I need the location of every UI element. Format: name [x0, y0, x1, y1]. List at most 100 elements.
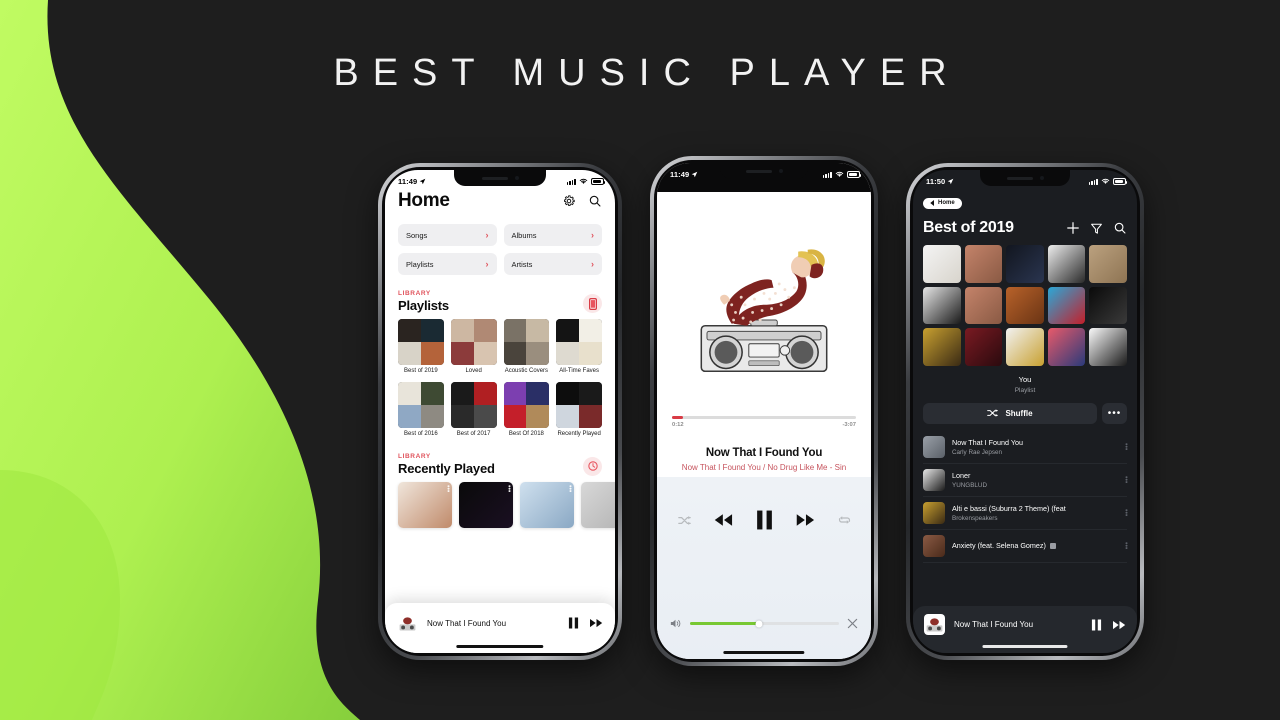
volume-control[interactable]	[670, 618, 858, 629]
track-artwork	[923, 435, 945, 458]
album-art-cell[interactable]	[923, 328, 961, 366]
phone3-screen: 11:50 Home Best of 2019 You Playlist Shu…	[913, 170, 1137, 653]
album-art-cell[interactable]	[1089, 328, 1127, 366]
progress-bar[interactable]: 0:12 -3:07	[672, 416, 856, 428]
playlist-item[interactable]: All-Time Faves	[556, 319, 602, 375]
album-art-cell[interactable]	[964, 328, 1003, 366]
playlist-cover	[503, 319, 550, 365]
playlists-badge[interactable]	[583, 294, 602, 313]
album-art-cell[interactable]	[1089, 245, 1127, 283]
album-art-cell[interactable]	[923, 286, 961, 325]
track-artist: Brokenspeakers	[952, 514, 998, 522]
phone-badge-icon	[588, 297, 597, 310]
next-track-icon[interactable]	[1113, 620, 1126, 630]
pause-icon[interactable]	[568, 617, 579, 629]
recently-played-card[interactable]: •••	[520, 481, 574, 528]
signal-icon	[822, 171, 832, 178]
album-art-cell[interactable]	[923, 245, 961, 283]
shuffle-icon[interactable]	[677, 515, 691, 526]
close-icon[interactable]	[847, 618, 858, 629]
category-albums[interactable]: Albums ›	[503, 224, 602, 246]
track-row[interactable]: Now That I Found You Carly Rae Jepsen •••	[923, 431, 1129, 464]
track-artist: YUNGBLUD	[952, 481, 987, 489]
search-icon[interactable]	[588, 194, 602, 208]
now-playing-meta: Now That I Found You Now That I Found Yo…	[663, 447, 865, 472]
phone2-screen: 11:49 0:12 -3:07 Now That I Found You No…	[657, 163, 871, 659]
volume-fill	[690, 622, 759, 625]
playback-panel	[657, 477, 871, 659]
volume-slider[interactable]	[690, 620, 839, 627]
progress-track[interactable]	[672, 416, 856, 419]
playlist-item[interactable]: Loved	[450, 319, 497, 375]
home-title: Home	[398, 190, 450, 211]
category-grid: Songs › Albums › Playlists › Artists ›	[398, 224, 602, 275]
album-art-cell[interactable]	[964, 286, 1003, 325]
wifi-icon	[1101, 178, 1110, 184]
track-artist: Carly Rae Jepsen	[952, 448, 1003, 456]
back-arrow-icon	[930, 200, 934, 206]
chevron-right-icon: ›	[591, 258, 594, 269]
back-to-home-button[interactable]: Home	[923, 197, 962, 209]
signal-icon	[566, 178, 576, 185]
album-art-cell[interactable]	[1006, 245, 1044, 283]
more-options-button[interactable]: •••	[1102, 402, 1127, 424]
track-more-icon[interactable]: •••	[1122, 476, 1129, 483]
album-art-cell[interactable]	[1006, 328, 1044, 366]
next-track-icon[interactable]	[590, 618, 603, 628]
phone-home-screen: 11:49 Home Songs › Albums › Playlists › …	[378, 163, 622, 660]
page-title: BEST MUSIC PLAYER	[333, 52, 961, 94]
next-track-icon[interactable]	[796, 513, 815, 527]
home-indicator	[456, 644, 544, 648]
shuffle-button[interactable]: Shuffle	[923, 402, 1097, 424]
recently-played-row[interactable]: ••• ••• ••• •••	[398, 481, 615, 528]
playlist-item[interactable]: Best of 2017	[450, 381, 497, 438]
category-songs[interactable]: Songs ›	[398, 224, 497, 246]
playlist-item[interactable]: Best of 2016	[398, 381, 444, 438]
status-time: 11:50	[926, 177, 946, 186]
recently-played-badge[interactable]	[583, 456, 602, 476]
playlist-item[interactable]: Best Of 2018	[503, 381, 550, 438]
playlist-item[interactable]: Best of 2019	[398, 319, 444, 375]
category-playlists[interactable]: Playlists ›	[398, 253, 497, 275]
track-more-icon[interactable]: •••	[1122, 443, 1129, 450]
album-art-cell[interactable]	[1089, 286, 1127, 325]
playlist-item[interactable]: Acoustic Covers	[503, 319, 550, 375]
pause-icon[interactable]	[756, 510, 773, 530]
recently-played-card[interactable]: •••	[581, 481, 615, 528]
album-art-cell[interactable]	[1047, 328, 1086, 366]
recently-played-card[interactable]: •••	[398, 481, 452, 528]
track-more-icon[interactable]: •••	[1122, 542, 1129, 549]
category-artists[interactable]: Artists ›	[503, 253, 602, 275]
search-icon[interactable]	[1113, 221, 1127, 235]
pause-icon[interactable]	[1091, 619, 1102, 631]
more-dots-icon[interactable]: •••	[505, 485, 512, 492]
playlist-item[interactable]: Recently Played	[556, 381, 602, 438]
more-dots-icon[interactable]: •••	[444, 485, 451, 492]
album-art-cell[interactable]	[1006, 286, 1044, 325]
gear-icon[interactable]	[562, 194, 576, 208]
owner-type: Playlist	[1014, 386, 1036, 394]
filter-icon[interactable]	[1090, 222, 1103, 235]
track-more-icon[interactable]: •••	[1122, 509, 1129, 516]
album-art-cell[interactable]	[1047, 286, 1086, 325]
track-text: Alti e bassi (Suburra 2 Theme) (feat Brok…	[952, 504, 1116, 522]
plus-icon[interactable]	[1066, 221, 1080, 235]
track-row[interactable]: Alti e bassi (Suburra 2 Theme) (feat Brok…	[923, 497, 1129, 530]
recently-played-section-header: LIBRARY Recently Played	[398, 453, 602, 476]
album-art-cell[interactable]	[964, 245, 1003, 283]
track-row[interactable]: Loner YUNGBLUD •••	[923, 464, 1129, 497]
track-artwork	[923, 501, 945, 524]
playlist-label: All-Time Faves	[559, 367, 600, 374]
now-playing-album[interactable]: Now That I Found You / No Drug Like Me -…	[663, 463, 865, 472]
track-row[interactable]: Anxiety (feat. Selena Gomez) •••	[923, 530, 1129, 563]
more-dots-icon[interactable]: •••	[566, 485, 573, 492]
repeat-icon[interactable]	[838, 514, 851, 526]
section-eyebrow: LIBRARY	[398, 452, 431, 460]
previous-track-icon[interactable]	[714, 513, 733, 527]
album-art-cell[interactable]	[1047, 245, 1086, 283]
album-artwork[interactable]	[666, 192, 862, 410]
recently-played-card[interactable]: •••	[459, 481, 513, 528]
location-arrow-icon	[691, 171, 698, 178]
volume-knob[interactable]	[755, 620, 763, 627]
speaker-icon[interactable]	[670, 618, 682, 629]
